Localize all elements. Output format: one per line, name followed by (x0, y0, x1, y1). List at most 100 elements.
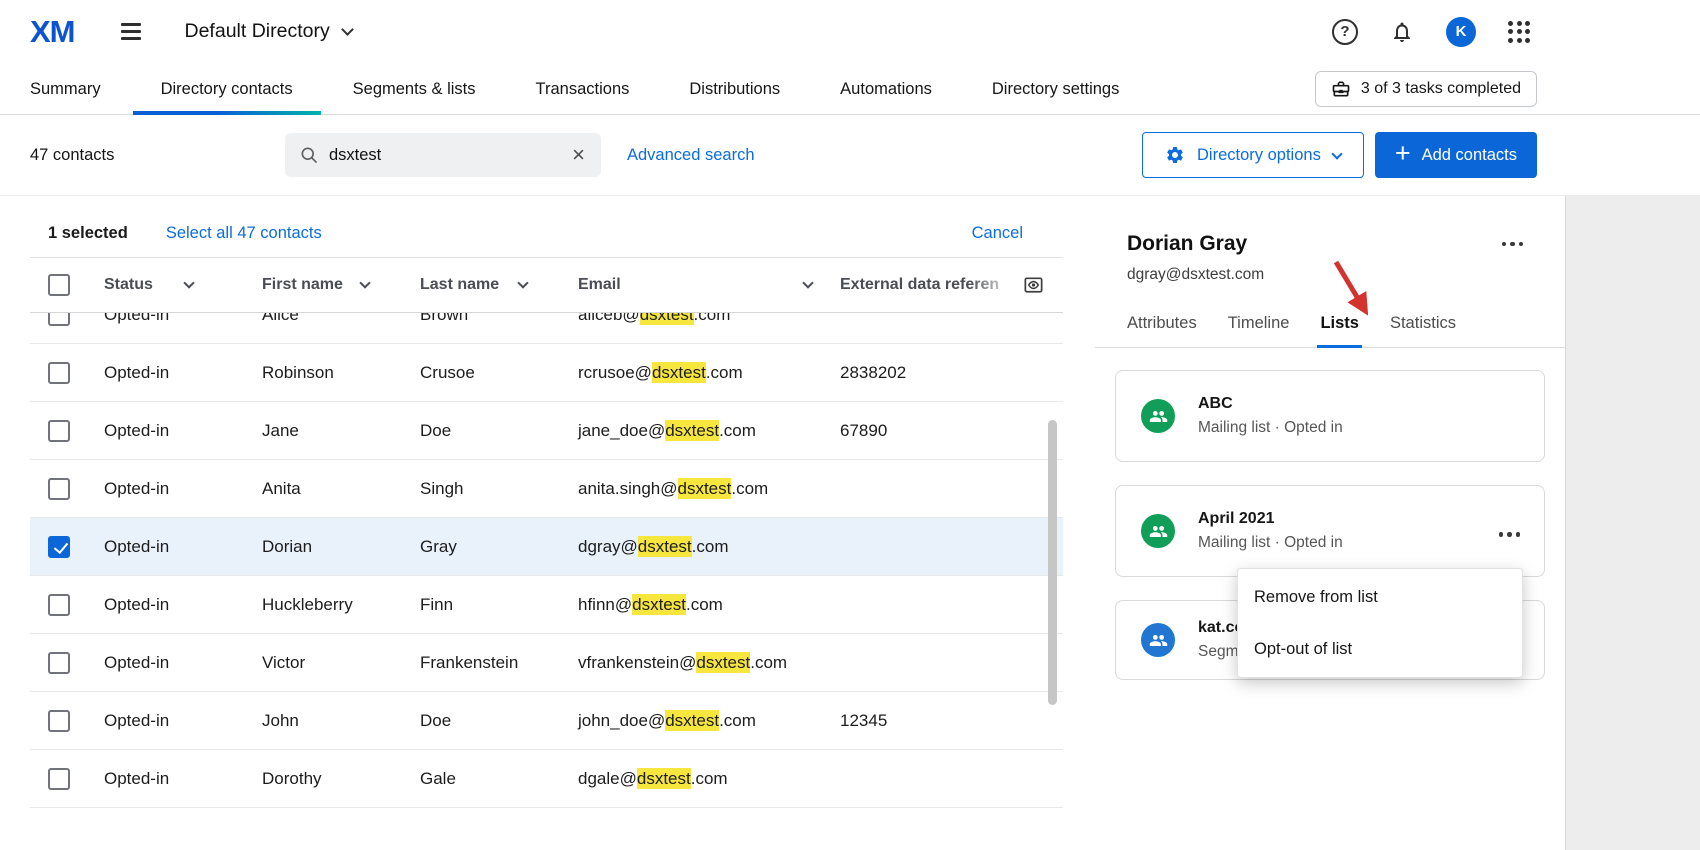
contacts-table: 1 selected Select all 47 contacts Cancel… (30, 210, 1063, 850)
tab-segments-lists[interactable]: Segments & lists (353, 63, 476, 115)
select-all-link[interactable]: Select all 47 contacts (166, 224, 322, 243)
clear-search-icon[interactable]: × (570, 144, 587, 166)
tab-summary[interactable]: Summary (30, 63, 101, 115)
row-checkbox[interactable] (48, 362, 70, 384)
table-row[interactable]: Opted-inDorothyGaledgale@dsxtest.com (30, 750, 1063, 808)
add-contacts-label: Add contacts (1422, 146, 1517, 165)
sort-chevron-icon[interactable] (802, 277, 813, 288)
sort-chevron-icon[interactable] (359, 277, 370, 288)
row-checkbox[interactable] (48, 594, 70, 616)
xm-logo: XM (30, 14, 75, 50)
cell-first-name: Victor (248, 653, 406, 673)
advanced-search-link[interactable]: Advanced search (627, 146, 755, 165)
cancel-selection-link[interactable]: Cancel (972, 224, 1023, 243)
column-header-first-name[interactable]: First name (248, 276, 406, 294)
row-checkbox[interactable] (48, 478, 70, 500)
search-highlight: dsxtest (665, 710, 719, 731)
cell-status: Opted-in (90, 653, 248, 673)
column-header-external-ref[interactable]: External data referen (826, 274, 1063, 297)
table-row[interactable]: Opted-inAnitaSinghanita.singh@dsxtest.co… (30, 460, 1063, 518)
row-checkbox[interactable] (48, 420, 70, 442)
topbar-actions: ? K (1332, 17, 1530, 47)
list-card-abc[interactable]: ABC Mailing list · Opted in (1115, 370, 1545, 462)
user-avatar[interactable]: K (1446, 17, 1476, 47)
cell-status: Opted-in (90, 769, 248, 789)
cell-last-name: Doe (406, 421, 564, 441)
contact-more-icon[interactable] (1500, 236, 1526, 253)
row-checkbox-cell (30, 768, 90, 790)
column-label: External data referen (840, 276, 1016, 294)
search-box[interactable]: × (285, 133, 601, 177)
tab-directory-settings[interactable]: Directory settings (992, 63, 1119, 115)
table-row[interactable]: Opted-inJohnDoejohn_doe@dsxtest.com12345 (30, 692, 1063, 750)
column-header-email[interactable]: Email (564, 276, 826, 294)
table-row[interactable]: Opted-inVictorFrankensteinvfrankenstein@… (30, 634, 1063, 692)
directory-options-button[interactable]: Directory options (1142, 132, 1364, 178)
search-highlight: dsxtest (637, 768, 691, 789)
cell-email: anita.singh@dsxtest.com (564, 479, 826, 499)
annotation-arrow-icon (1320, 252, 1386, 326)
cell-status: Opted-in (90, 421, 248, 441)
mailing-list-icon (1141, 514, 1175, 548)
column-label: Last name (420, 276, 499, 294)
chevron-down-icon (1331, 148, 1342, 159)
tab-automations[interactable]: Automations (840, 63, 932, 115)
menu-item-opt-out-of-list[interactable]: Opt-out of list (1238, 623, 1522, 675)
table-row[interactable]: Opted-inRobinsonCrusoercrusoe@dsxtest.co… (30, 344, 1063, 402)
tasks-completed-label: 3 of 3 tasks completed (1361, 80, 1521, 98)
sort-chevron-icon[interactable] (517, 277, 528, 288)
vertical-scrollbar[interactable] (1048, 420, 1057, 705)
list-more-icon[interactable] (1497, 526, 1523, 543)
search-highlight: dsxtest (640, 313, 694, 325)
tab-directory-contacts[interactable]: Directory contacts (161, 63, 293, 115)
tab-timeline[interactable]: Timeline (1228, 314, 1290, 347)
table-row[interactable]: Opted-inAliceBrownaliceb@dsxtest.com (30, 313, 1063, 344)
list-name: April 2021 (1198, 510, 1343, 528)
tasks-completed-button[interactable]: 3 of 3 tasks completed (1315, 71, 1537, 107)
cell-status: Opted-in (90, 711, 248, 731)
apps-grid-icon[interactable] (1508, 21, 1530, 43)
search-highlight: dsxtest (696, 652, 750, 673)
search-input[interactable] (329, 146, 560, 165)
cell-last-name: Brown (406, 313, 564, 325)
help-icon[interactable]: ? (1332, 19, 1358, 45)
cell-first-name: Dorian (248, 537, 406, 557)
tab-statistics[interactable]: Statistics (1390, 314, 1456, 347)
segment-icon (1141, 623, 1175, 657)
row-checkbox[interactable] (48, 768, 70, 790)
search-highlight: dsxtest (638, 536, 692, 557)
row-checkbox-cell (30, 710, 90, 732)
tab-attributes[interactable]: Attributes (1127, 314, 1197, 347)
add-contacts-button[interactable]: + Add contacts (1375, 132, 1537, 178)
row-checkbox[interactable] (48, 536, 70, 558)
contact-count: 47 contacts (30, 146, 285, 165)
tab-distributions[interactable]: Distributions (689, 63, 780, 115)
content: 1 selected Select all 47 contacts Cancel… (0, 196, 1700, 850)
hamburger-menu-icon[interactable] (117, 19, 145, 43)
contact-rows: Opted-inAliceBrownaliceb@dsxtest.comOpte… (30, 313, 1063, 808)
column-header-last-name[interactable]: Last name (406, 276, 564, 294)
directory-selector[interactable]: Default Directory (185, 20, 352, 43)
row-checkbox-cell (30, 652, 90, 674)
row-checkbox[interactable] (48, 652, 70, 674)
select-all-checkbox[interactable] (48, 274, 70, 296)
cell-first-name: Anita (248, 479, 406, 499)
cell-last-name: Singh (406, 479, 564, 499)
table-row[interactable]: Opted-inHuckleberryFinnhfinn@dsxtest.com (30, 576, 1063, 634)
column-header-status[interactable]: Status (90, 276, 248, 294)
row-checkbox[interactable] (48, 710, 70, 732)
tab-transactions[interactable]: Transactions (536, 63, 630, 115)
notifications-icon[interactable] (1390, 20, 1414, 44)
cell-status: Opted-in (90, 313, 248, 325)
column-preview-icon[interactable] (1022, 274, 1045, 297)
menu-item-remove-from-list[interactable]: Remove from list (1238, 571, 1522, 623)
row-checkbox[interactable] (48, 313, 70, 326)
sort-chevron-icon[interactable] (183, 277, 194, 288)
table-row[interactable]: Opted-inJaneDoejane_doe@dsxtest.com67890 (30, 402, 1063, 460)
cell-email: john_doe@dsxtest.com (564, 711, 826, 731)
table-row[interactable]: Opted-inDorianGraydgray@dsxtest.com (30, 518, 1063, 576)
cell-email: dgale@dsxtest.com (564, 769, 826, 789)
row-checkbox-cell (30, 420, 90, 442)
search-highlight: dsxtest (632, 594, 686, 615)
list-card-april-2021[interactable]: April 2021 Mailing list · Opted in (1115, 485, 1545, 577)
